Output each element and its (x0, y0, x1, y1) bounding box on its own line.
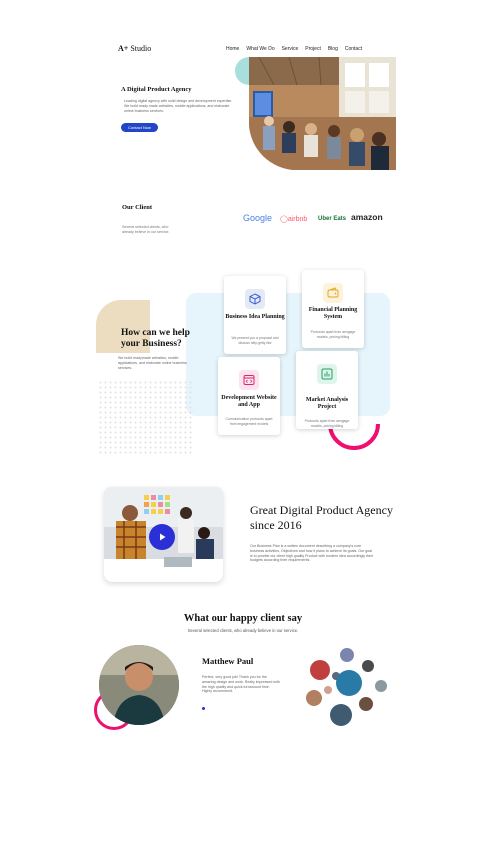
nav-project[interactable]: Project (305, 46, 321, 52)
service-card-title: Market Analysis Project (305, 397, 349, 410)
client-avatar[interactable] (306, 690, 322, 706)
hero-description: Leading digital agency with solid design… (124, 99, 233, 113)
logo[interactable]: A+ Studio (118, 44, 151, 53)
logo-mark: A+ (118, 44, 129, 53)
testimonials-subtitle: Several selected clients, who already be… (187, 628, 299, 633)
client-photo (99, 645, 179, 725)
service-card-description: We present you a proposal and discuss ni… (231, 336, 279, 345)
client-avatar[interactable] (362, 660, 374, 672)
client-avatar[interactable] (330, 704, 352, 726)
client-avatar[interactable] (359, 697, 373, 711)
client-name: Matthew Paul (202, 656, 254, 666)
client-avatar[interactable] (324, 686, 332, 694)
testimonials-title: What our happy client say (183, 613, 303, 624)
airbnb-logo: ◯airbnb (280, 215, 307, 223)
chart-icon (317, 364, 337, 384)
wallet-icon (323, 283, 343, 303)
service-card-financial-planning[interactable]: Financial Planning System Protocols apar… (302, 270, 364, 348)
client-avatar[interactable] (310, 660, 330, 680)
service-card-description: Protocols apart from aengage models, pri… (304, 419, 350, 428)
client-avatar[interactable] (340, 648, 354, 662)
main-nav: Home What We Do Service Project Blog Con… (226, 46, 362, 52)
uber-eats-logo: Uber Eats (318, 216, 347, 222)
nav-home[interactable]: Home (226, 46, 239, 52)
hero-office-photo (249, 57, 396, 170)
hero-title: A Digital Product Agency (121, 86, 192, 93)
about-title: Great Digital Product Agency since 2016 (250, 503, 393, 532)
client-avatar[interactable] (375, 680, 387, 692)
client-avatar-featured[interactable] (336, 670, 362, 696)
service-card-market-analysis[interactable]: Market Analysis Project Protocols apart … (296, 351, 358, 429)
play-video-button[interactable] (149, 524, 175, 550)
airbnb-mark-icon: ◯ (280, 216, 288, 223)
clients-title: Our Client (122, 204, 153, 211)
clients-description: Several selected clients, who already be… (122, 225, 170, 234)
contact-now-button[interactable]: Contact Now (121, 123, 158, 132)
logo-text: Studio (130, 44, 152, 53)
box-icon (245, 289, 265, 309)
dot-pattern (98, 380, 194, 456)
code-window-icon (239, 370, 259, 390)
airbnb-logo-text: airbnb (287, 216, 308, 223)
services-title: How can we help your Business? (121, 328, 190, 349)
service-card-title: Financial Planning System (308, 307, 358, 320)
amazon-logo: amazon (351, 212, 383, 222)
nav-what-we-do[interactable]: What We Do (246, 46, 274, 52)
service-card-development[interactable]: Development Website and App Communicatio… (218, 357, 280, 435)
service-card-title: Development Website and App (221, 395, 277, 408)
services-description: We build readymade websites, mobile appl… (118, 356, 187, 370)
nav-blog[interactable]: Blog (328, 46, 338, 52)
google-logo: Google (243, 213, 273, 223)
testimonial-pager-dot[interactable] (202, 707, 205, 710)
testimonial-text: Perfect, very good job! Thank you for th… (202, 675, 280, 694)
service-card-description: Protocols apart from aengage models, pri… (310, 330, 356, 339)
play-icon (160, 533, 166, 541)
about-description: Our Business Plan is a written document … (250, 544, 374, 563)
service-card-title: Business Idea Planning (225, 314, 285, 320)
service-card-description: Communication protocols apart from engag… (225, 417, 273, 426)
service-card-business-idea[interactable]: Business Idea Planning We present you a … (224, 276, 286, 354)
nav-contact[interactable]: Contact (345, 46, 362, 52)
nav-service[interactable]: Service (282, 46, 299, 52)
